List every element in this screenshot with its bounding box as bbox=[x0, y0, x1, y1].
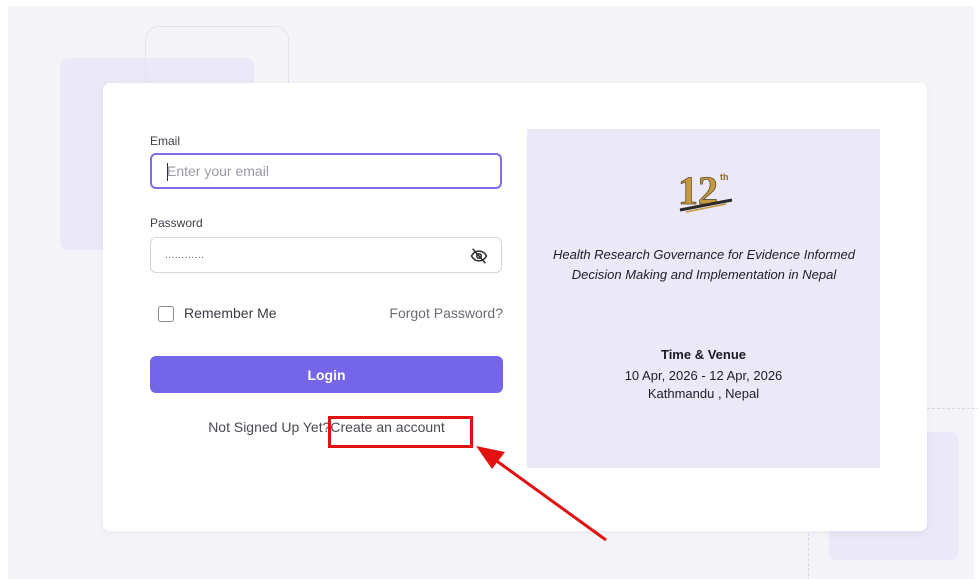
event-theme: Health Research Governance for Evidence … bbox=[552, 247, 856, 282]
logo-superscript: th bbox=[720, 172, 729, 182]
event-logo: 12 th bbox=[678, 168, 733, 213]
remember-me-label[interactable]: Remember Me bbox=[184, 305, 277, 321]
venue-title: Time & Venue bbox=[660, 347, 746, 362]
event-location: Kathmandu , Nepal bbox=[647, 386, 760, 401]
eye-off-icon bbox=[470, 248, 488, 264]
text-caret bbox=[167, 163, 168, 181]
forgot-password-link[interactable]: Forgot Password? bbox=[389, 305, 503, 321]
remember-me-checkbox[interactable] bbox=[158, 306, 174, 322]
annotation-highlight-box bbox=[328, 416, 473, 448]
password-toggle-button[interactable] bbox=[466, 243, 492, 269]
password-input[interactable] bbox=[150, 237, 502, 273]
event-dates: 10 Apr, 2026 - 12 Apr, 2026 bbox=[624, 368, 783, 383]
email-label: Email bbox=[150, 134, 181, 148]
login-button[interactable]: Login bbox=[150, 356, 503, 393]
email-input[interactable] bbox=[150, 153, 502, 189]
signup-prompt: Not Signed Up Yet? bbox=[208, 419, 331, 435]
password-label: Password bbox=[150, 216, 203, 230]
